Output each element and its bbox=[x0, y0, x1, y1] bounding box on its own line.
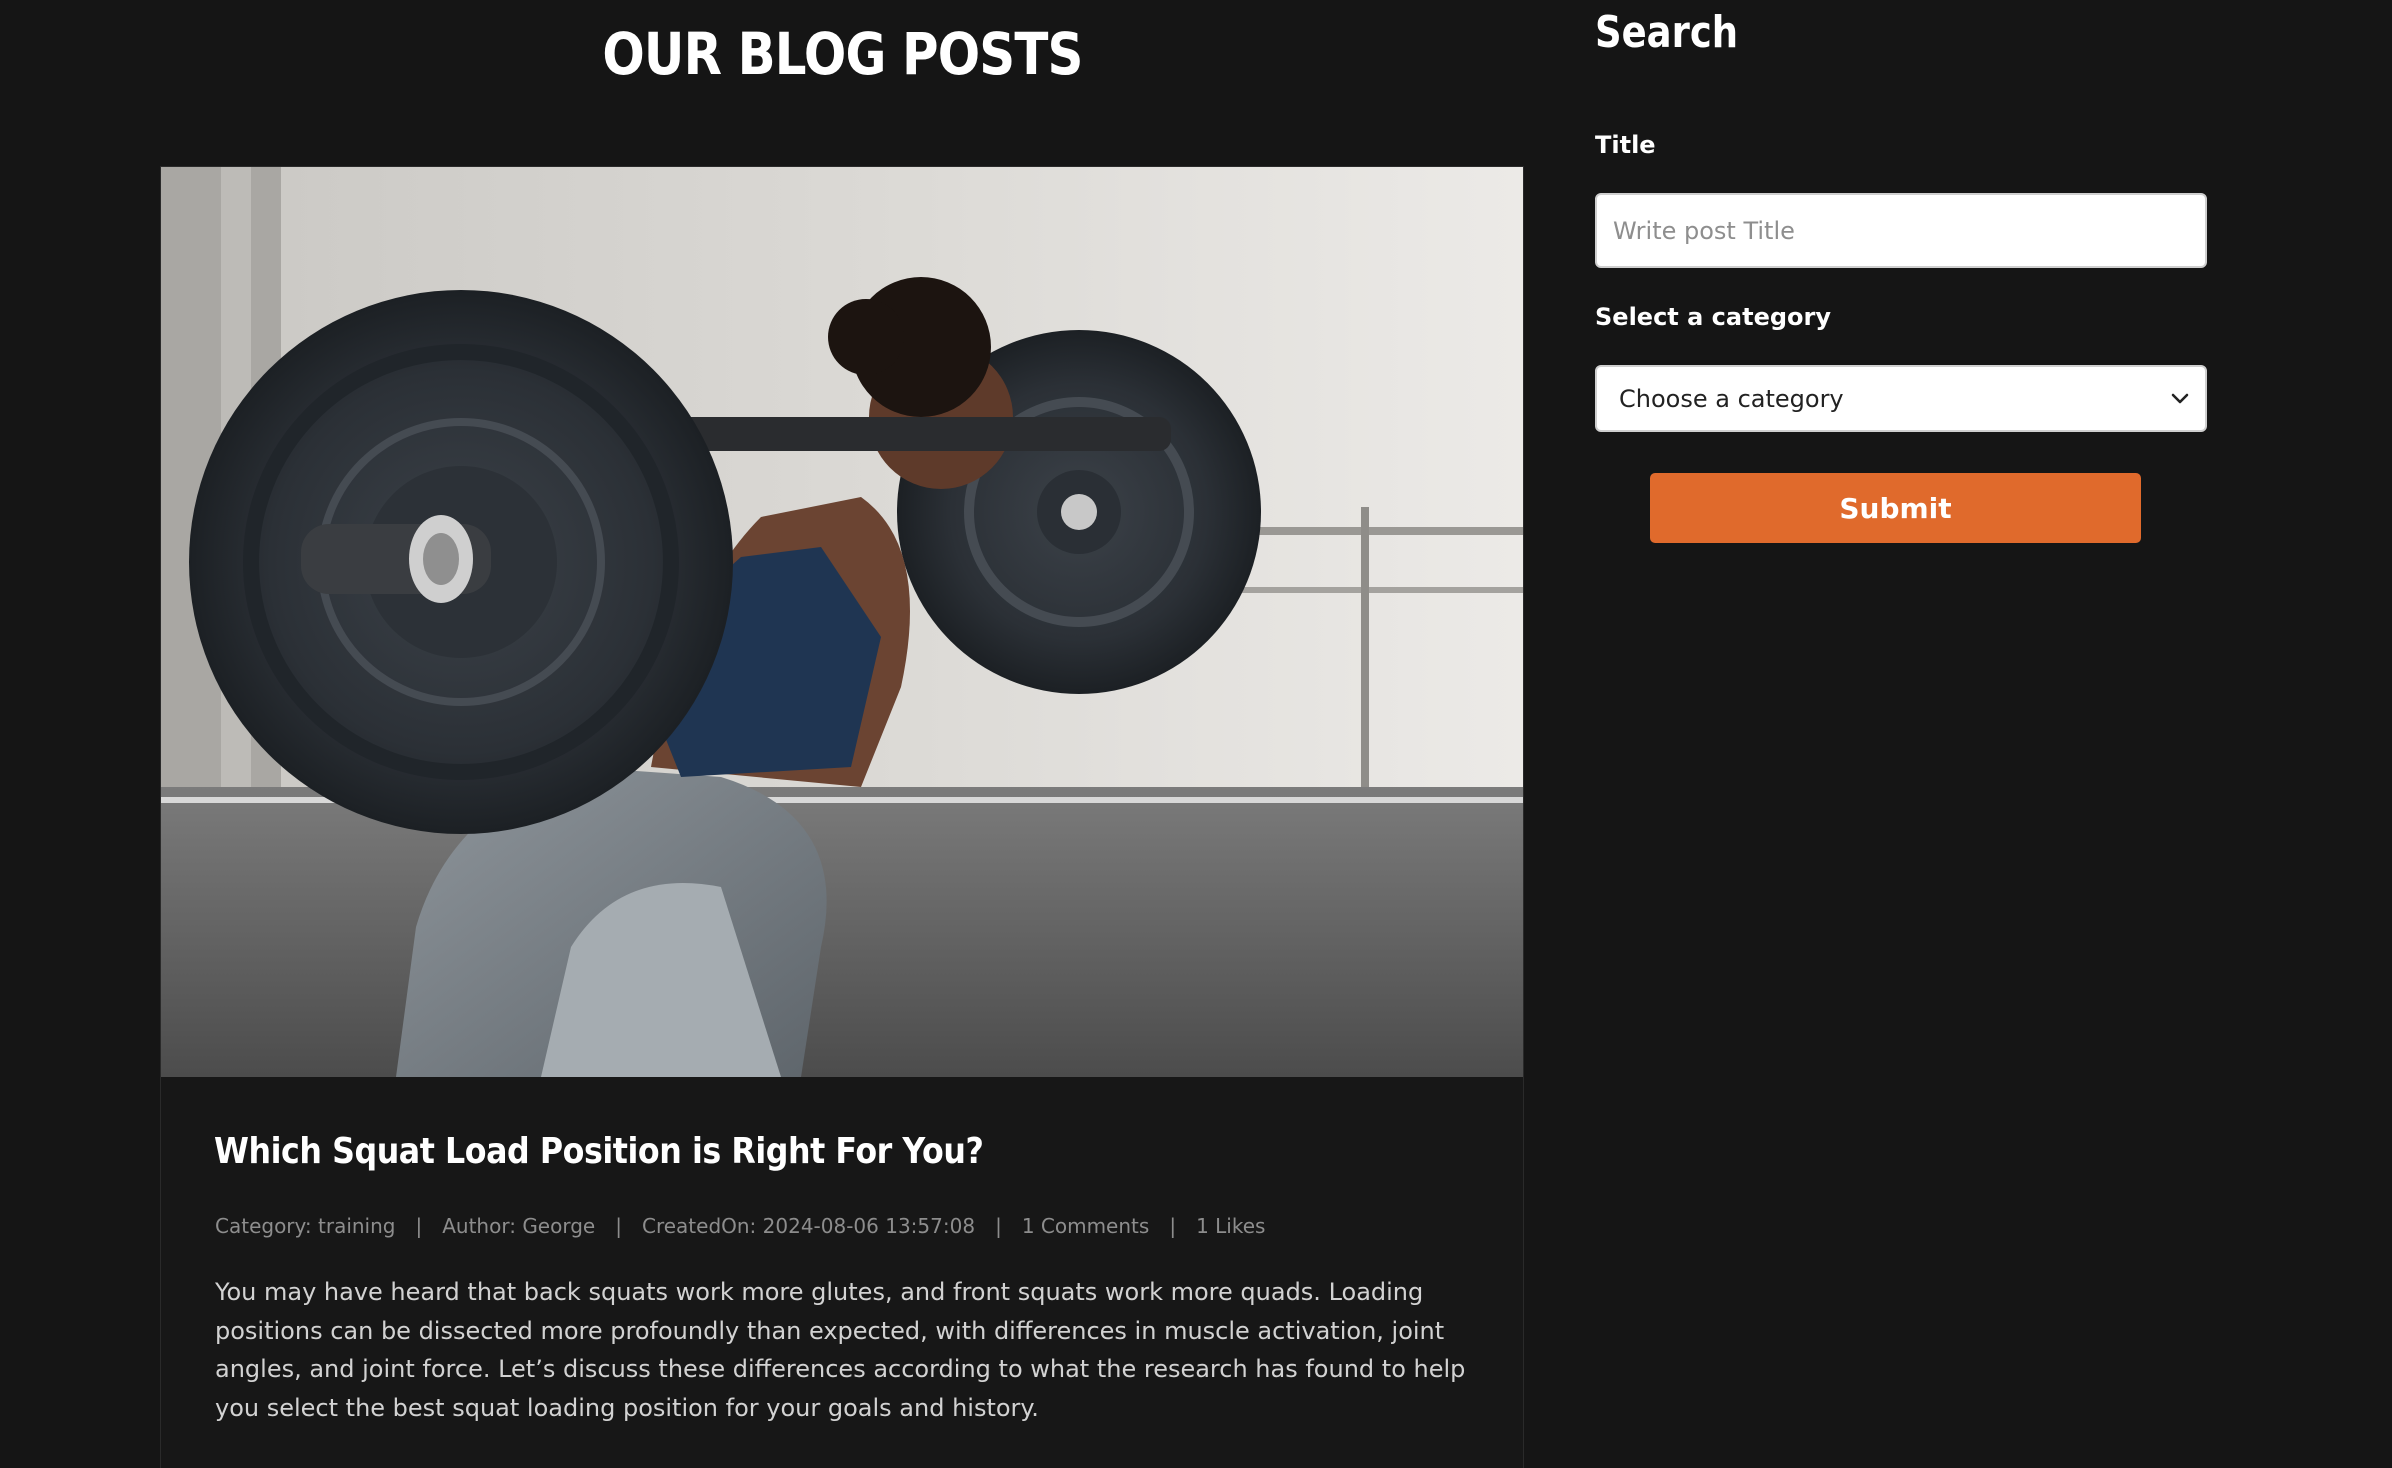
post-card: Which Squat Load Position is Right For Y… bbox=[160, 166, 1524, 1468]
meta-separator: | bbox=[995, 1214, 1002, 1238]
title-label: Title bbox=[1595, 131, 1656, 159]
blog-heading: OUR BLOG POSTS bbox=[602, 20, 1083, 88]
category-select-value: Choose a category bbox=[1619, 384, 1844, 413]
category-label: Select a category bbox=[1595, 303, 1831, 331]
post-comments-count: 1 Comments bbox=[1021, 1214, 1150, 1238]
meta-separator: | bbox=[615, 1214, 622, 1238]
post-excerpt: You may have heard that back squats work… bbox=[215, 1278, 1466, 1422]
post-likes-count: 1 Likes bbox=[1196, 1214, 1266, 1238]
title-search-input[interactable] bbox=[1595, 193, 2207, 268]
post-image[interactable] bbox=[161, 167, 1523, 1077]
search-heading: Search bbox=[1595, 7, 1739, 58]
post-meta: Category: training | Author: George | Cr… bbox=[215, 1211, 1265, 1241]
post-title[interactable]: Which Squat Load Position is Right For Y… bbox=[214, 1127, 984, 1177]
meta-separator: | bbox=[1169, 1214, 1177, 1238]
category-select[interactable]: Choose a category bbox=[1595, 365, 2207, 432]
post-created-on: CreatedOn: 2024-08-06 13:57:08 bbox=[641, 1214, 976, 1238]
meta-separator: | bbox=[415, 1214, 423, 1238]
post-category: Category: training bbox=[215, 1214, 396, 1238]
submit-button[interactable]: Submit bbox=[1650, 473, 2141, 543]
page: OUR BLOG POSTS Which Squat Load Position… bbox=[0, 0, 2392, 1468]
post-author: Author: George bbox=[442, 1214, 596, 1238]
chevron-down-icon bbox=[2169, 388, 2191, 410]
